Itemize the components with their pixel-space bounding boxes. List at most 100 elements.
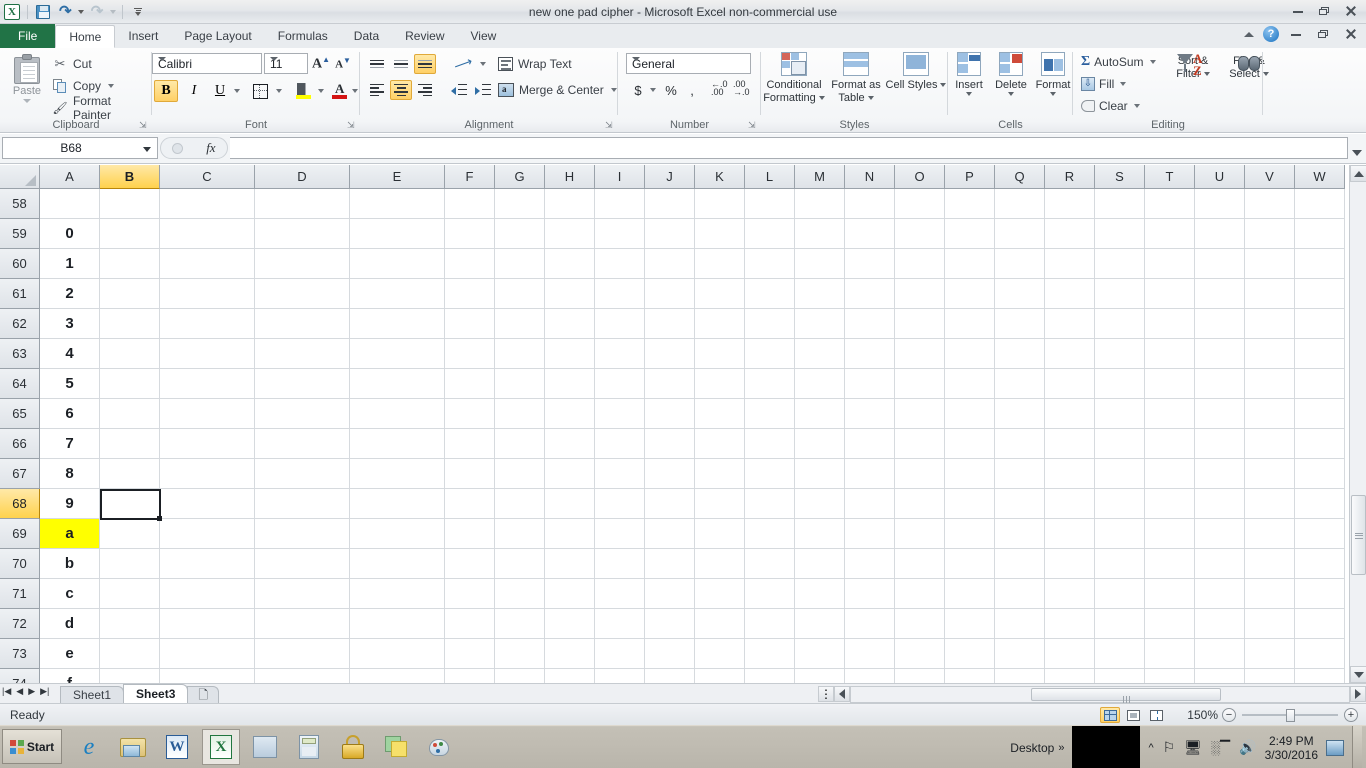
row-header-70[interactable]: 70 [0, 549, 40, 579]
normal-view-button[interactable] [1100, 707, 1120, 723]
fill-color-dropdown-icon[interactable] [314, 80, 326, 102]
cell-D73[interactable] [255, 639, 350, 669]
cell-J63[interactable] [645, 339, 695, 369]
cell-V58[interactable] [1245, 189, 1295, 219]
cell-V62[interactable] [1245, 309, 1295, 339]
orientation-dropdown-icon[interactable] [476, 54, 488, 74]
cell-L65[interactable] [745, 399, 795, 429]
cell-E58[interactable] [350, 189, 445, 219]
currency-button[interactable]: $ [630, 80, 646, 100]
cell-B63[interactable] [100, 339, 160, 369]
column-header-b[interactable]: B [100, 165, 160, 189]
cell-D66[interactable] [255, 429, 350, 459]
cell-J68[interactable] [645, 489, 695, 519]
grow-font-button[interactable]: A▲ [310, 53, 332, 74]
cell-N63[interactable] [845, 339, 895, 369]
tab-formulas[interactable]: Formulas [265, 25, 341, 48]
format-cells-button[interactable]: Format [1032, 52, 1074, 96]
cell-C59[interactable] [160, 219, 255, 249]
cell-F62[interactable] [445, 309, 495, 339]
cell-P65[interactable] [945, 399, 995, 429]
calculator-icon[interactable] [290, 729, 328, 765]
cell-Q72[interactable] [995, 609, 1045, 639]
bold-button[interactable]: B [154, 80, 178, 102]
cell-V74[interactable] [1245, 669, 1295, 683]
prev-sheet-button[interactable]: ◀ [16, 686, 23, 697]
row-header-71[interactable]: 71 [0, 579, 40, 609]
cell-A74[interactable]: f [40, 669, 100, 683]
cell-P67[interactable] [945, 459, 995, 489]
cell-P64[interactable] [945, 369, 995, 399]
row-header-72[interactable]: 72 [0, 609, 40, 639]
cell-B68[interactable] [100, 489, 160, 519]
cell-I69[interactable] [595, 519, 645, 549]
cell-K63[interactable] [695, 339, 745, 369]
cell-U68[interactable] [1195, 489, 1245, 519]
cell-R67[interactable] [1045, 459, 1095, 489]
cell-B65[interactable] [100, 399, 160, 429]
cell-D58[interactable] [255, 189, 350, 219]
cell-B64[interactable] [100, 369, 160, 399]
cell-D69[interactable] [255, 519, 350, 549]
cell-J74[interactable] [645, 669, 695, 683]
cell-S67[interactable] [1095, 459, 1145, 489]
cell-C66[interactable] [160, 429, 255, 459]
cell-C61[interactable] [160, 279, 255, 309]
vertical-scroll-thumb[interactable] [1351, 495, 1366, 575]
cell-A60[interactable]: 1 [40, 249, 100, 279]
lock-safe-icon[interactable] [334, 729, 372, 765]
tab-insert[interactable]: Insert [115, 25, 171, 48]
cell-B61[interactable] [100, 279, 160, 309]
cell-V67[interactable] [1245, 459, 1295, 489]
name-box-dropdown-icon[interactable] [143, 147, 151, 152]
cell-J67[interactable] [645, 459, 695, 489]
cell-D64[interactable] [255, 369, 350, 399]
cell-D62[interactable] [255, 309, 350, 339]
cell-Q59[interactable] [995, 219, 1045, 249]
cell-E64[interactable] [350, 369, 445, 399]
cell-U63[interactable] [1195, 339, 1245, 369]
cell-S61[interactable] [1095, 279, 1145, 309]
cell-A68[interactable]: 9 [40, 489, 100, 519]
cell-T62[interactable] [1145, 309, 1195, 339]
paste-dropdown-icon[interactable] [23, 99, 31, 103]
cell-T59[interactable] [1145, 219, 1195, 249]
cell-N59[interactable] [845, 219, 895, 249]
row-header-67[interactable]: 67 [0, 459, 40, 489]
cell-C71[interactable] [160, 579, 255, 609]
cell-G64[interactable] [495, 369, 545, 399]
cell-N62[interactable] [845, 309, 895, 339]
cell-M68[interactable] [795, 489, 845, 519]
cell-E61[interactable] [350, 279, 445, 309]
wrap-text-button[interactable]: Wrap Text [498, 54, 572, 74]
cell-S71[interactable] [1095, 579, 1145, 609]
cell-H69[interactable] [545, 519, 595, 549]
cell-A62[interactable]: 3 [40, 309, 100, 339]
cell-I63[interactable] [595, 339, 645, 369]
tab-data[interactable]: Data [341, 25, 392, 48]
cell-R71[interactable] [1045, 579, 1095, 609]
cell-U64[interactable] [1195, 369, 1245, 399]
cell-S74[interactable] [1095, 669, 1145, 683]
vertical-scrollbar[interactable] [1349, 165, 1366, 683]
clock[interactable]: 2:49 PM 3/30/2016 [1265, 734, 1318, 762]
action-center-flag-icon[interactable]: ⚐ [1163, 739, 1176, 756]
cell-D61[interactable] [255, 279, 350, 309]
cut-button[interactable]: ✂ Cut [52, 54, 92, 74]
show-desktop-button[interactable] [1352, 726, 1362, 768]
percent-button[interactable]: % [662, 80, 680, 100]
decrease-indent-button[interactable] [448, 80, 470, 100]
zoom-in-button[interactable]: + [1344, 708, 1358, 722]
cell-F60[interactable] [445, 249, 495, 279]
cell-K66[interactable] [695, 429, 745, 459]
cell-B69[interactable] [100, 519, 160, 549]
bottom-align-button[interactable] [414, 54, 436, 74]
cell-M65[interactable] [795, 399, 845, 429]
cell-G70[interactable] [495, 549, 545, 579]
show-desktop-preview-icon[interactable] [1326, 739, 1344, 756]
cell-V66[interactable] [1245, 429, 1295, 459]
cell-F70[interactable] [445, 549, 495, 579]
row-header-61[interactable]: 61 [0, 279, 40, 309]
cell-P58[interactable] [945, 189, 995, 219]
zoom-level-label[interactable]: 150% [1187, 708, 1218, 722]
